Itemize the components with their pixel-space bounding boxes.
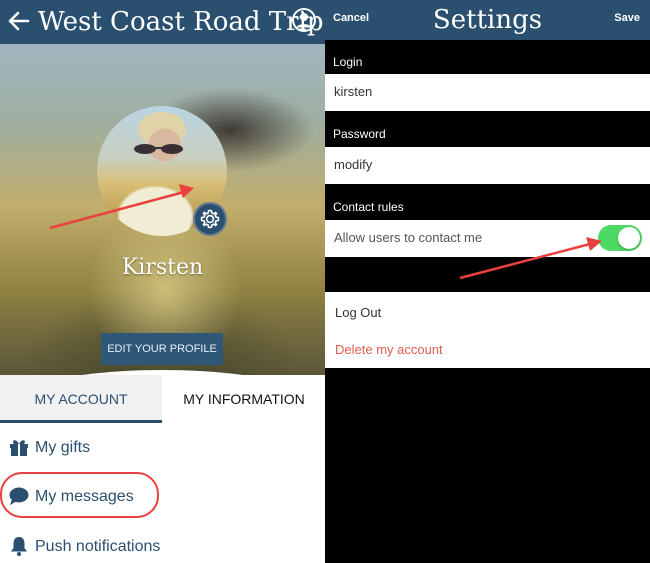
login-section-label: Login	[333, 55, 363, 69]
annotation-highlight-ring	[0, 472, 159, 518]
menu-item-label: Push notifications	[35, 538, 161, 555]
profile-settings-button[interactable]	[193, 202, 227, 236]
password-value: modify	[334, 157, 373, 172]
profile-screen: Kirsten EDIT YOUR PROFILE West Coast Roa…	[0, 0, 325, 563]
settings-screen: Settings Cancel Save Login kirsten Passw…	[325, 0, 650, 563]
allow-contact-toggle[interactable]	[598, 225, 642, 251]
cancel-button[interactable]: Cancel	[333, 12, 369, 24]
sunglasses-detail	[134, 144, 183, 154]
settings-header: Settings Cancel Save	[325, 0, 650, 40]
toggle-knob	[618, 227, 640, 249]
login-field[interactable]: kirsten	[325, 74, 650, 111]
app-title: West Coast Road Trip	[38, 7, 324, 37]
tab-my-information[interactable]: MY INFORMATION	[163, 375, 325, 423]
back-button[interactable]	[6, 6, 32, 36]
profile-name: Kirsten	[121, 255, 204, 280]
menu-item-label: My gifts	[35, 439, 91, 456]
edit-profile-button[interactable]: EDIT YOUR PROFILE	[101, 333, 223, 365]
login-value: kirsten	[334, 84, 373, 99]
user-profile-button[interactable]	[292, 8, 316, 32]
account-tabs: MY ACCOUNT MY INFORMATION	[0, 375, 325, 423]
menu-item-push-notifications[interactable]: Push notifications	[0, 525, 325, 563]
active-tab-indicator	[0, 420, 162, 423]
user-circle-icon	[292, 8, 316, 32]
menu-item-my-gifts[interactable]: My gifts	[0, 426, 325, 470]
delete-account-button[interactable]: Delete my account	[335, 342, 443, 357]
account-actions: Log Out Delete my account	[325, 292, 650, 368]
contact-rules-section-label: Contact rules	[333, 200, 404, 214]
password-section-label: Password	[333, 127, 386, 141]
app-header: West Coast Road Trip	[0, 0, 325, 44]
bell-icon	[11, 537, 27, 556]
password-field[interactable]: modify	[325, 147, 650, 184]
gift-icon	[10, 440, 28, 456]
settings-title: Settings	[432, 5, 543, 35]
log-out-button[interactable]: Log Out	[335, 305, 381, 320]
gear-icon	[200, 209, 220, 229]
arrow-left-icon	[8, 11, 30, 31]
allow-contact-label: Allow users to contact me	[334, 230, 483, 245]
save-button[interactable]: Save	[614, 12, 640, 24]
tab-my-account[interactable]: MY ACCOUNT	[0, 375, 162, 423]
profile-cover: Kirsten EDIT YOUR PROFILE	[0, 40, 325, 375]
